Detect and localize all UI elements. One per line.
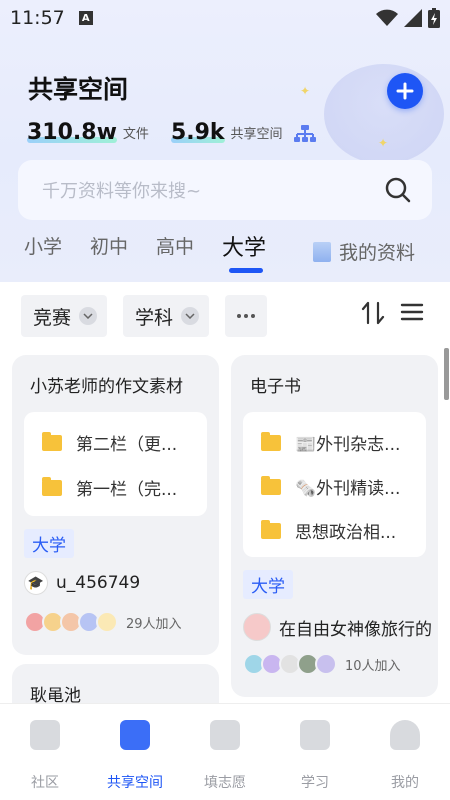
- home-icon: [30, 720, 60, 750]
- nav-shared-space[interactable]: 共享空间: [90, 720, 180, 792]
- my-docs-link[interactable]: 我的资料: [313, 238, 415, 265]
- nav-study[interactable]: 学习: [270, 720, 360, 792]
- folder-icon: [42, 476, 62, 496]
- card-title: 电子书: [250, 377, 301, 397]
- nav-profile[interactable]: 我的: [360, 720, 450, 792]
- header: ✦ ✦ 共享空间 310.8w 文件 5.9k 共享空间 千万资料等你来搜~ 小…: [0, 0, 450, 282]
- member-avatars: 10人加入: [243, 653, 401, 675]
- nav-volunteer[interactable]: 填志愿: [180, 720, 270, 792]
- folder-item[interactable]: 🗞️外刊精读...: [261, 474, 400, 499]
- avatar: [243, 613, 271, 641]
- folder-name: 📰外刊杂志...: [295, 435, 401, 455]
- level-tag: 大学: [243, 570, 293, 599]
- level-tag: 大学: [24, 529, 74, 558]
- chevron-down-icon: [181, 307, 200, 325]
- more-icon: [237, 314, 255, 318]
- search-input[interactable]: 千万资料等你来搜~: [42, 177, 384, 203]
- space-card[interactable]: 小苏老师的作文素材 第二栏（更... 第一栏（完... 大学 🎓 u_45674…: [12, 355, 219, 655]
- folder-list: 📰外刊杂志... 🗞️外刊精读... 思想政治相...: [243, 412, 426, 557]
- owner-name: u_456749: [56, 573, 141, 593]
- tab-junior[interactable]: 初中: [90, 232, 128, 259]
- member-count: 29人加入: [126, 616, 182, 632]
- book-icon: [300, 720, 330, 750]
- avatar: [315, 653, 337, 675]
- owner[interactable]: 🎓 u_456749: [24, 571, 140, 595]
- star-icon: ✦: [378, 136, 389, 150]
- folder-item[interactable]: 📰外刊杂志...: [261, 430, 400, 455]
- stat-files-label: 文件: [122, 127, 149, 142]
- notification-icon: A: [78, 11, 93, 25]
- member-avatars: 29人加入: [24, 611, 182, 633]
- space-card[interactable]: 电子书 📰外刊杂志... 🗞️外刊精读... 思想政治相... 大学 在自由女神…: [231, 355, 438, 697]
- folder-item[interactable]: 思想政治相...: [261, 518, 396, 543]
- filter-competition-label: 竞赛: [33, 306, 72, 329]
- wifi-icon: [376, 9, 398, 26]
- search-icon[interactable]: [384, 176, 412, 204]
- stats: 310.8w 文件 5.9k 共享空间: [27, 120, 305, 145]
- nav-community[interactable]: 社区: [0, 720, 90, 792]
- sort-icon[interactable]: [360, 300, 386, 326]
- member-count: 10人加入: [345, 658, 401, 674]
- folder-list: 第二栏（更... 第一栏（完...: [24, 412, 207, 516]
- folder-icon: [261, 431, 281, 451]
- more-filters-button[interactable]: [225, 295, 267, 337]
- active-tab-indicator: [229, 268, 263, 273]
- bottom-nav: 社区 共享空间 填志愿 学习 我的: [0, 703, 450, 800]
- folder-icon: [261, 475, 281, 495]
- chevron-down-icon: [79, 307, 98, 325]
- folder-name: 思想政治相...: [295, 523, 397, 543]
- stat-files-value: 310.8w: [27, 120, 117, 145]
- filter-subject[interactable]: 学科: [123, 295, 210, 337]
- stat-files: 310.8w 文件: [27, 120, 149, 145]
- signal-icon: [404, 9, 422, 27]
- stat-spaces-label: 共享空间: [230, 127, 283, 142]
- folder-item[interactable]: 第一栏（完...: [42, 475, 177, 500]
- list-view-icon[interactable]: [400, 302, 424, 322]
- card-title: 小苏老师的作文素材: [30, 377, 183, 397]
- tab-primary[interactable]: 小学: [24, 232, 62, 259]
- sitemap-icon[interactable]: [293, 124, 317, 144]
- level-tabs: 小学 初中 高中 大学 我的资料: [0, 228, 450, 282]
- nav-label: 社区: [31, 775, 59, 791]
- avatar: 🎓: [24, 571, 48, 595]
- folder-item[interactable]: 第二栏（更...: [42, 430, 177, 455]
- status-bar: 11:57 A: [0, 0, 450, 36]
- battery-icon: [428, 8, 440, 28]
- scrollbar[interactable]: [444, 348, 449, 400]
- page-title: 共享空间: [28, 75, 129, 104]
- owner-name: 在自由女神像旅行的: [279, 619, 432, 640]
- space-grid: 小苏老师的作文素材 第二栏（更... 第一栏（完... 大学 🎓 u_45674…: [0, 348, 450, 703]
- nav-label: 共享空间: [107, 775, 163, 791]
- document-icon: [313, 241, 331, 262]
- star-icon: ✦: [300, 84, 311, 98]
- nav-label: 学习: [301, 775, 329, 791]
- folder-name: 第二栏（更...: [76, 435, 178, 455]
- card-title: 耿黾池: [30, 686, 81, 703]
- status-icons: [376, 8, 440, 28]
- add-button[interactable]: [387, 73, 423, 109]
- filter-subject-label: 学科: [135, 306, 174, 329]
- my-docs-label: 我的资料: [339, 242, 416, 264]
- stat-spaces-value: 5.9k: [170, 120, 225, 145]
- space-card[interactable]: 耿黾池: [12, 664, 219, 703]
- avatar: [96, 611, 118, 633]
- folder-name: 第一栏（完...: [76, 480, 178, 500]
- user-icon: [390, 720, 420, 750]
- search-bar[interactable]: 千万资料等你来搜~: [18, 160, 432, 220]
- tab-university[interactable]: 大学: [222, 230, 266, 262]
- status-time: 11:57: [10, 7, 65, 29]
- owner[interactable]: 在自由女神像旅行的: [243, 613, 438, 641]
- form-icon: [210, 720, 240, 750]
- folder-icon: [261, 519, 281, 539]
- plus-icon: [396, 82, 414, 100]
- folder-icon: [120, 720, 150, 750]
- tab-senior[interactable]: 高中: [156, 232, 194, 259]
- nav-label: 填志愿: [204, 775, 246, 791]
- nav-label: 我的: [391, 775, 419, 791]
- folder-name: 🗞️外刊精读...: [295, 479, 401, 499]
- filter-competition[interactable]: 竞赛: [21, 295, 108, 337]
- stat-spaces: 5.9k 共享空间: [170, 120, 283, 145]
- folder-icon: [42, 431, 62, 451]
